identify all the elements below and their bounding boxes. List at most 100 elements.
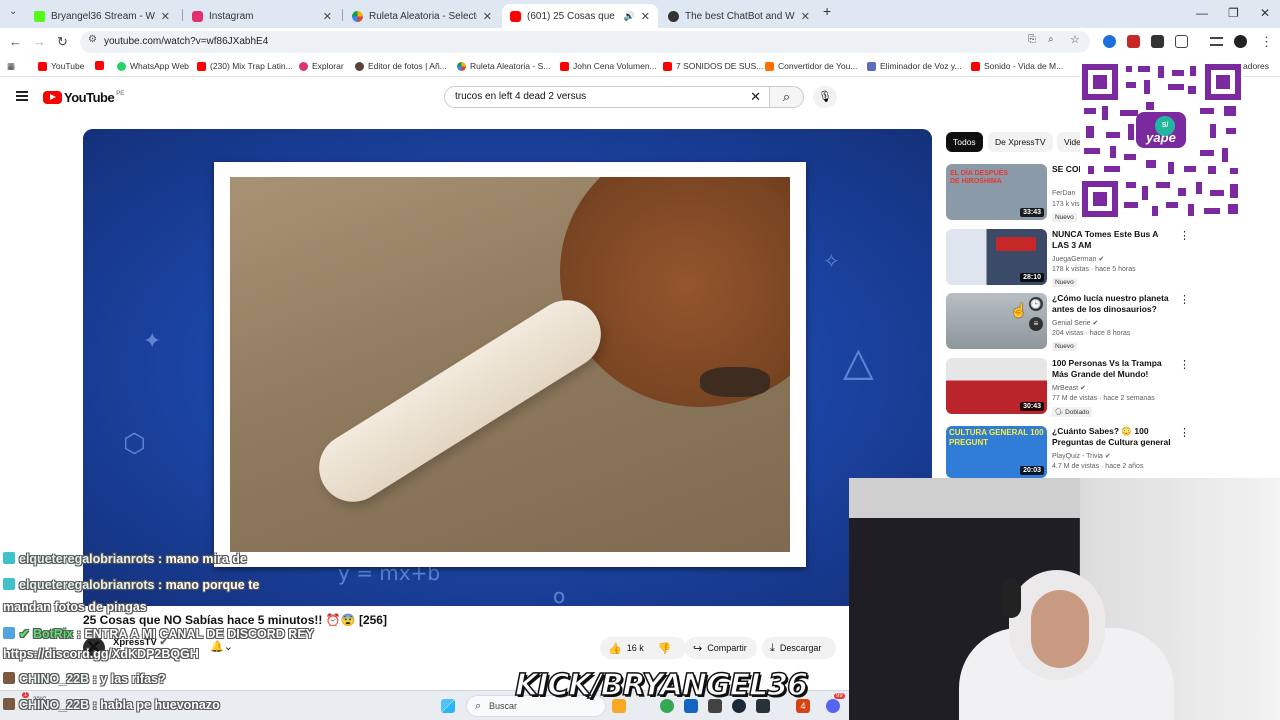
windows-start-icon[interactable] bbox=[441, 699, 455, 713]
bookmark-label: Sonido - Vida de M... bbox=[984, 61, 1064, 71]
add-to-queue-icon[interactable]: ≡ bbox=[1029, 317, 1043, 331]
install-icon[interactable]: ⎘ bbox=[1028, 34, 1036, 45]
thumbnail-text: EL DÍA DESPUÉS DE HIROSHIMA bbox=[950, 170, 1008, 185]
bookmark-sonido[interactable]: Sonido - Vida de M... bbox=[971, 61, 1063, 71]
bookmark-ruleta[interactable]: Ruleta Aleatoria - S... bbox=[457, 61, 550, 71]
close-tab-icon[interactable]: ✕ bbox=[483, 10, 492, 23]
close-window-button[interactable]: ✕ bbox=[1260, 6, 1270, 20]
browser-tab-strip: ⌄ Bryangel36 Stream - Watch Live ✕ Insta… bbox=[0, 0, 1280, 28]
chip-todos[interactable]: Todos bbox=[946, 132, 983, 152]
bookmark-star-icon[interactable]: ☆ bbox=[1070, 33, 1080, 46]
search-input[interactable]: trucos en left 4 dead 2 versus ✕ bbox=[444, 86, 770, 108]
new-tab-button[interactable]: + bbox=[823, 3, 831, 19]
close-tab-icon[interactable]: ✕ bbox=[801, 10, 810, 23]
bookmark-sonidos[interactable]: 7 SONIDOS DE SUS... bbox=[663, 61, 763, 71]
bookmark-label: Ruleta Aleatoria - S... bbox=[470, 61, 551, 71]
minimize-button[interactable]: — bbox=[1196, 6, 1208, 20]
bookmark-youtube-2[interactable] bbox=[95, 61, 108, 70]
tab-chatbot[interactable]: The best ChatBot and Widgets ✕ bbox=[660, 4, 818, 28]
yape-badge-icon: S/ bbox=[1155, 116, 1175, 136]
voice-search-button[interactable]: 🎙 bbox=[813, 86, 837, 108]
search-query[interactable]: trucos en left 4 dead 2 versus bbox=[455, 91, 586, 102]
video-player[interactable]: ✦ ⬡ △ ✧ y = mx+b o bbox=[83, 129, 932, 606]
apps-grid-icon[interactable]: ▦ bbox=[7, 61, 15, 72]
video-title[interactable]: NUNCA Tomes Este Bus A LAS 3 AM bbox=[1052, 229, 1174, 251]
url-text[interactable]: youtube.com/watch?v=wf86JXabhE4 bbox=[104, 36, 268, 47]
recommendation-item[interactable]: 🕒 ≡ ¿Cómo lucía nuestro planeta antes de… bbox=[946, 293, 1190, 353]
browser-menu-icon[interactable]: ⋮ bbox=[1260, 34, 1273, 50]
like-dislike-button[interactable]: 👍 16 k 👎 bbox=[600, 637, 686, 659]
extension-icon[interactable] bbox=[1127, 35, 1140, 48]
close-tab-icon[interactable]: ✕ bbox=[641, 10, 650, 23]
chip-de-xpresstv[interactable]: De XpressTV bbox=[988, 132, 1053, 152]
download-button[interactable]: ⤓ Descargar bbox=[762, 637, 836, 659]
site-info-icon[interactable]: ⚙ bbox=[88, 34, 97, 45]
extension-icon[interactable] bbox=[1151, 35, 1164, 48]
watch-later-icon[interactable]: 🕒 bbox=[1029, 297, 1043, 311]
more-options-icon[interactable]: ⋮ bbox=[1179, 229, 1190, 242]
extensions-puzzle-icon[interactable] bbox=[1175, 35, 1188, 48]
notification-bell-icon[interactable]: 🔔⌄ bbox=[210, 640, 233, 653]
tab-search-icon[interactable]: ⌄ bbox=[9, 6, 17, 17]
address-bar[interactable]: ⚙ youtube.com/watch?v=wf86JXabhE4 ⎘ ⌕ ☆ bbox=[80, 31, 1090, 53]
video-duration: 30:43 bbox=[1020, 402, 1044, 411]
close-tab-icon[interactable]: ✕ bbox=[161, 10, 170, 23]
tab-bryangel36[interactable]: Bryangel36 Stream - Watch Live ✕ bbox=[26, 4, 178, 28]
bookmark-eliminador-voz[interactable]: Eliminador de Voz y... bbox=[867, 61, 962, 71]
video-thumbnail[interactable]: 30:43 bbox=[946, 358, 1047, 414]
share-button[interactable]: ↪ Compartir bbox=[685, 637, 757, 659]
chat-username: CHINO_22B bbox=[19, 698, 90, 712]
forward-icon[interactable]: → bbox=[33, 34, 46, 49]
video-thumbnail[interactable]: EL DÍA DESPUÉS DE HIROSHIMA 33:43 bbox=[946, 164, 1047, 220]
doodle-shape: ✦ bbox=[143, 329, 162, 354]
bookmark-all-bookmarks[interactable]: adores bbox=[1243, 61, 1269, 71]
channel-name[interactable]: FerDan bbox=[1052, 190, 1075, 197]
discord-icon[interactable] bbox=[826, 699, 840, 713]
youtube-icon bbox=[663, 61, 672, 71]
bookmark-editor-fotos[interactable]: Editor de fotos | Añ... bbox=[355, 61, 447, 71]
recommendation-item[interactable]: 28:10 NUNCA Tomes Este Bus A LAS 3 AM Ju… bbox=[946, 229, 1190, 289]
video-title[interactable]: ¿Cuánto Sabes? 😳 100 Preguntas de Cultur… bbox=[1052, 426, 1174, 449]
video-title[interactable]: 100 Personas Vs la Trampa Más Grande del… bbox=[1052, 358, 1174, 380]
search-button[interactable]: ⌕ bbox=[770, 86, 804, 108]
tab-ruleta[interactable]: Ruleta Aleatoria - Selector Pers ✕ bbox=[344, 4, 500, 28]
bookmark-convertidor[interactable]: Convertidor de You... bbox=[765, 61, 857, 71]
thumbs-up-icon[interactable]: 👍 bbox=[608, 642, 622, 655]
channel-name[interactable]: JuegaGerman ✔ bbox=[1052, 255, 1104, 263]
tab-instagram[interactable]: Instagram ✕ bbox=[184, 4, 340, 28]
thumbs-down-icon[interactable]: 👎 bbox=[658, 642, 672, 655]
speaker-icon[interactable]: 🔊 bbox=[624, 11, 635, 22]
bookmark-explorar[interactable]: Explorar bbox=[299, 61, 344, 71]
bookmark-label: (230) Mix Trap Latin... bbox=[210, 61, 293, 71]
more-options-icon[interactable]: ⋮ bbox=[1179, 426, 1186, 439]
channel-name[interactable]: Genial Serie ✔ bbox=[1052, 319, 1098, 327]
chat-text: : mano porque te bbox=[157, 578, 260, 592]
zoom-icon[interactable]: ⌕ bbox=[1048, 34, 1054, 45]
video-title[interactable]: ¿Cómo lucía nuestro planeta antes de los… bbox=[1052, 293, 1174, 315]
video-thumbnail[interactable]: CULTURA GENERAL 100 PREGUNT 20:03 bbox=[946, 426, 1047, 478]
hamburger-menu-icon[interactable] bbox=[16, 91, 28, 101]
reload-icon[interactable]: ↻ bbox=[57, 34, 68, 50]
share-icon: ↪ bbox=[693, 642, 703, 655]
media-control-icon[interactable] bbox=[1210, 37, 1223, 46]
bookmark-john-cena[interactable]: John Cena Volumen... bbox=[560, 61, 657, 71]
channel-name[interactable]: PlayQuiz - Trivia ✔ bbox=[1052, 452, 1111, 460]
youtube-logo[interactable]: YouTube PE bbox=[43, 90, 124, 105]
video-thumbnail[interactable]: 28:10 bbox=[946, 229, 1047, 285]
channel-name[interactable]: MrBeast ✔ bbox=[1052, 384, 1086, 392]
clear-search-icon[interactable]: ✕ bbox=[750, 89, 761, 105]
bookmark-youtube[interactable]: YouTube bbox=[38, 61, 84, 71]
bookmark-mix-trap[interactable]: (230) Mix Trap Latin... bbox=[197, 61, 293, 71]
video-thumbnail[interactable]: 🕒 ≡ bbox=[946, 293, 1047, 349]
extension-icon[interactable] bbox=[1103, 35, 1116, 48]
recommendation-item[interactable]: CULTURA GENERAL 100 PREGUNT 20:03 ¿Cuánt… bbox=[946, 426, 1186, 478]
maximize-button[interactable]: ❐ bbox=[1228, 6, 1239, 20]
tab-youtube-video[interactable]: (601) 25 Cosas que NO Sab 🔊 ✕ bbox=[502, 4, 658, 28]
recommendation-item[interactable]: 30:43 100 Personas Vs la Trampa Más Gran… bbox=[946, 358, 1190, 418]
close-tab-icon[interactable]: ✕ bbox=[323, 10, 332, 23]
more-options-icon[interactable]: ⋮ bbox=[1179, 293, 1190, 306]
back-icon[interactable]: ← bbox=[9, 34, 22, 49]
profile-avatar[interactable] bbox=[1234, 35, 1247, 48]
bookmark-whatsapp[interactable]: WhatsApp Web bbox=[117, 61, 189, 71]
more-options-icon[interactable]: ⋮ bbox=[1179, 358, 1190, 371]
